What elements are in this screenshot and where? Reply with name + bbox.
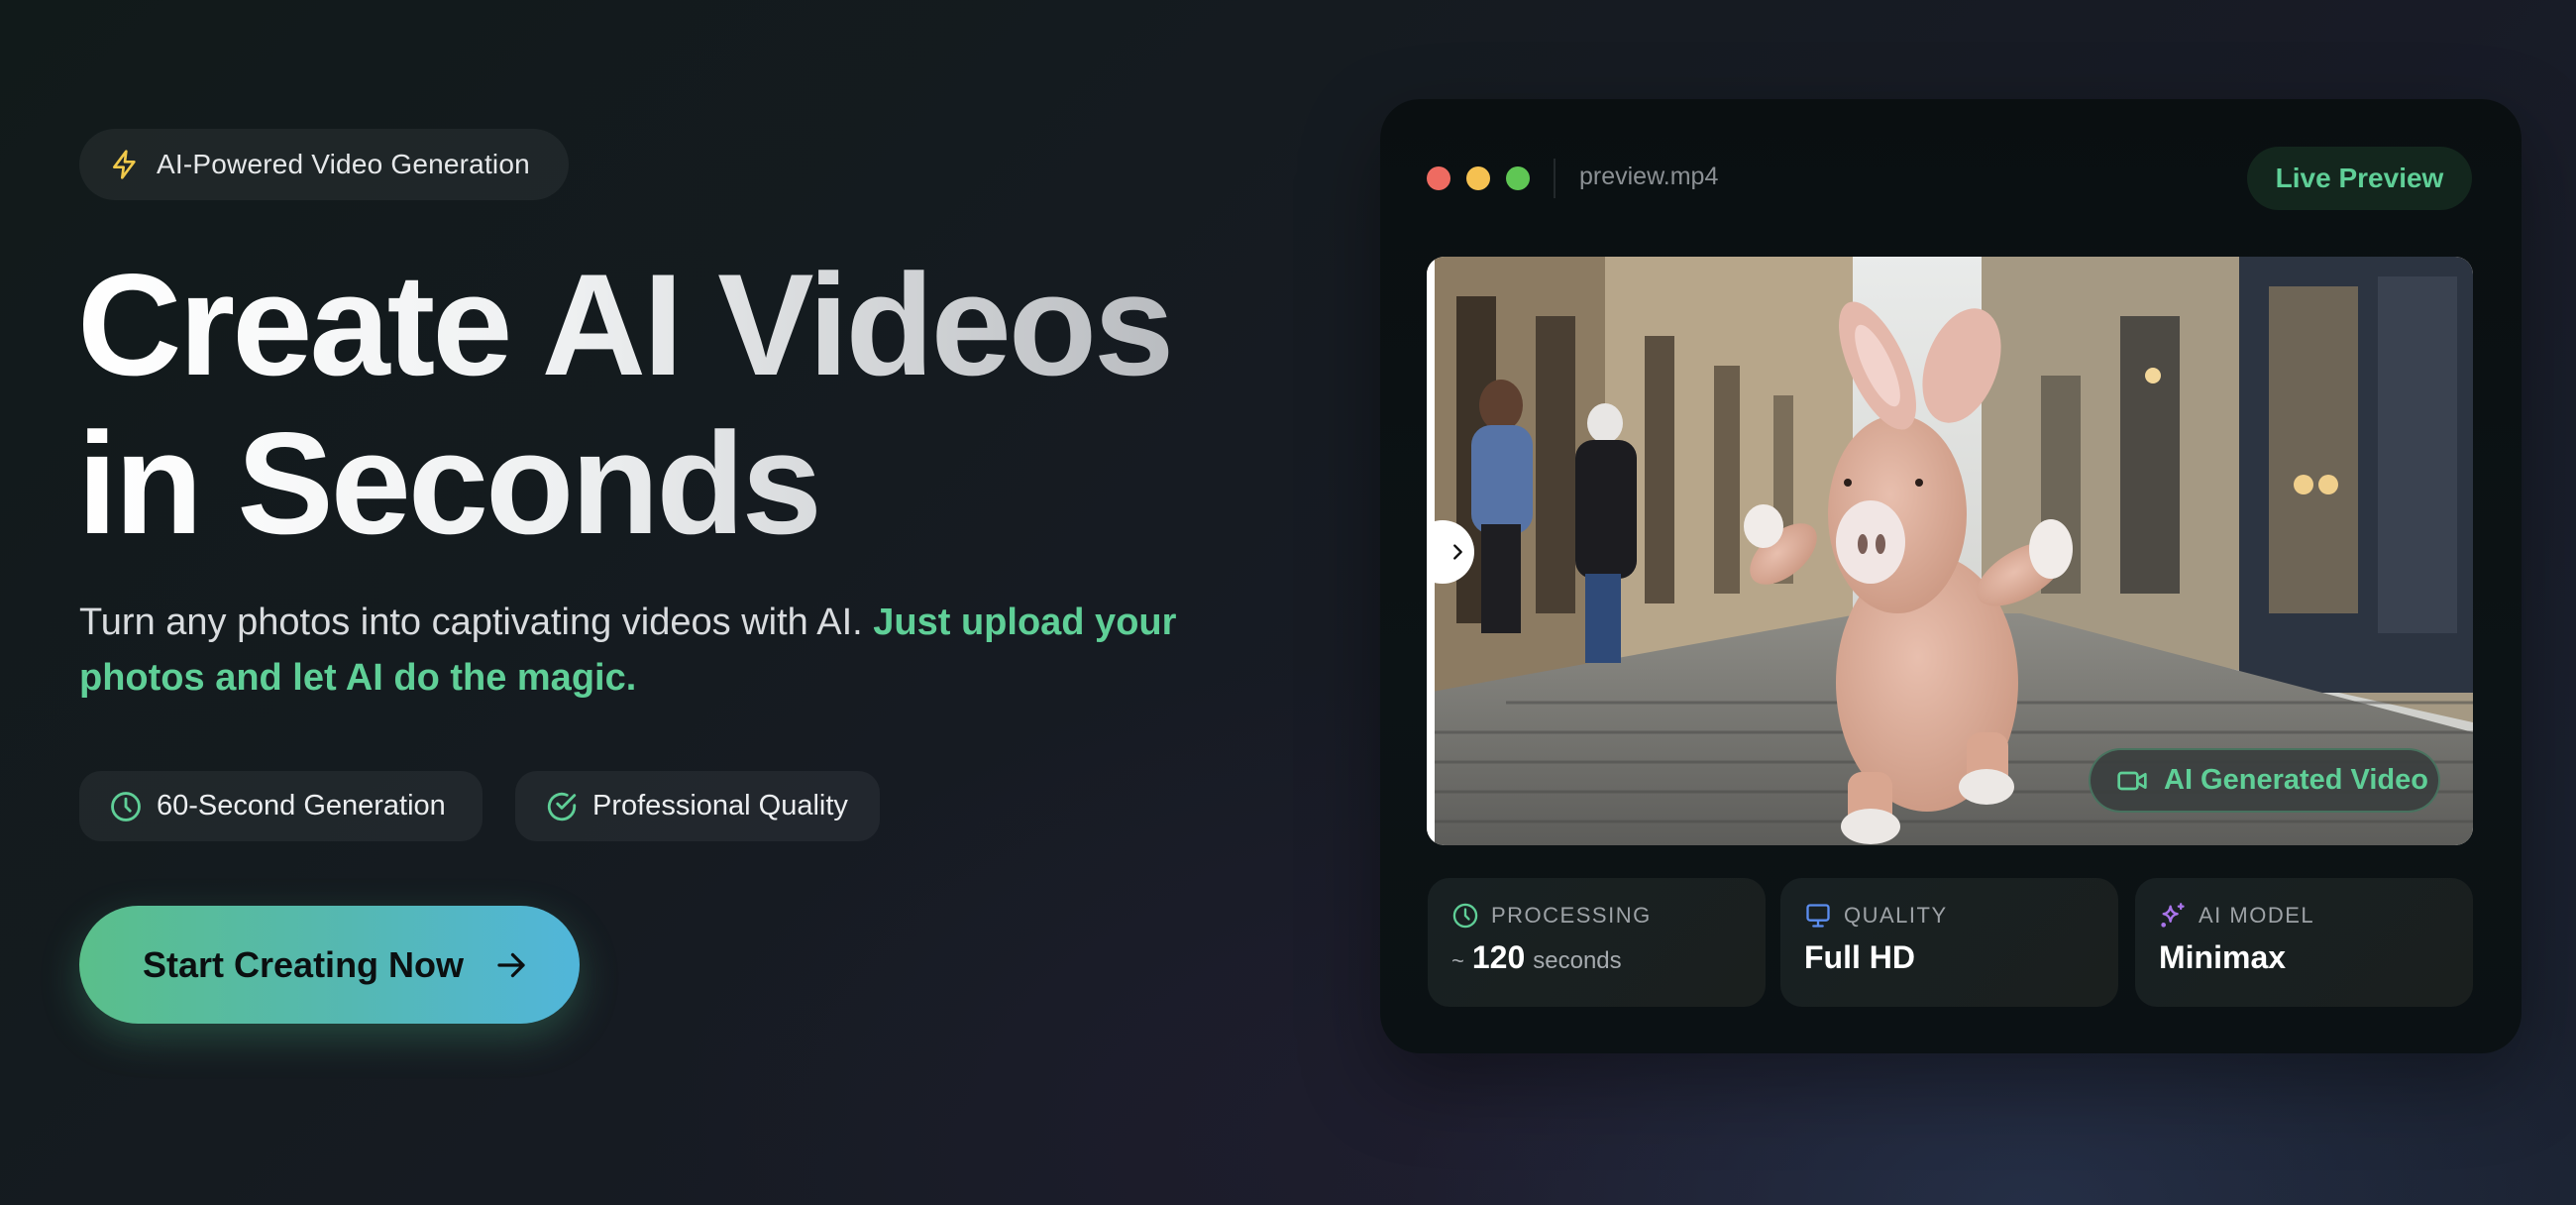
page-title: Create AI Videos in Seconds xyxy=(77,246,1171,563)
clock-icon xyxy=(111,791,141,822)
check-circle-icon xyxy=(547,792,577,821)
feature-chip-quality: Professional Quality xyxy=(515,771,880,841)
feature-chip-label: Professional Quality xyxy=(592,790,848,822)
stat-processing: PROCESSING ~ 120 seconds xyxy=(1428,878,1766,1007)
page-title-line-1: Create AI Videos xyxy=(77,244,1172,405)
stat-ai-model: AI MODEL Minimax xyxy=(2135,878,2473,1007)
stat-prefix: ~ xyxy=(1451,948,1464,973)
chevron-right-icon xyxy=(1453,544,1462,560)
hero-subtitle: Turn any photos into captivating videos … xyxy=(79,595,1248,706)
monitor-icon xyxy=(1806,904,1830,928)
arrow-right-icon xyxy=(497,952,525,977)
stat-label: PROCESSING xyxy=(1491,903,1652,928)
start-creating-label: Start Creating Now xyxy=(143,943,465,985)
header-divider xyxy=(1554,159,1556,198)
subtitle-text: Turn any photos into captivating videos … xyxy=(79,602,874,643)
feature-chip-generation-time: 60-Second Generation xyxy=(79,771,483,841)
start-creating-button[interactable]: Start Creating Now xyxy=(79,906,580,1024)
stat-value: Full HD xyxy=(1804,939,1915,975)
feature-badge-label: AI-Powered Video Generation xyxy=(157,149,530,179)
stat-quality: QUALITY Full HD xyxy=(1780,878,2118,1007)
live-preview-badge: Live Preview xyxy=(2247,147,2472,210)
window-minimize-dot[interactable] xyxy=(1466,166,1490,190)
page-title-line-2: in Seconds xyxy=(77,402,819,564)
lightning-icon xyxy=(113,150,136,179)
stat-label: QUALITY xyxy=(1844,903,1948,928)
feature-chip-label: 60-Second Generation xyxy=(157,790,446,822)
video-camera-icon xyxy=(2117,771,2147,790)
window-close-dot[interactable] xyxy=(1427,166,1450,190)
stat-label: AI MODEL xyxy=(2199,903,2315,928)
ai-generated-label: AI Generated Video xyxy=(2164,764,2428,796)
stat-unit: seconds xyxy=(1533,947,1622,974)
window-maximize-dot[interactable] xyxy=(1506,166,1530,190)
ai-generated-badge: AI Generated Video xyxy=(2089,748,2440,813)
clock-icon xyxy=(1452,903,1478,929)
feature-badge: AI-Powered Video Generation xyxy=(79,129,569,200)
stat-value: Minimax xyxy=(2159,939,2287,975)
sparkles-icon xyxy=(2161,903,2185,928)
stat-value: 120 xyxy=(1471,939,1526,975)
preview-filename: preview.mp4 xyxy=(1579,163,1719,190)
video-preview[interactable]: AI Generated Video xyxy=(1427,257,2473,845)
